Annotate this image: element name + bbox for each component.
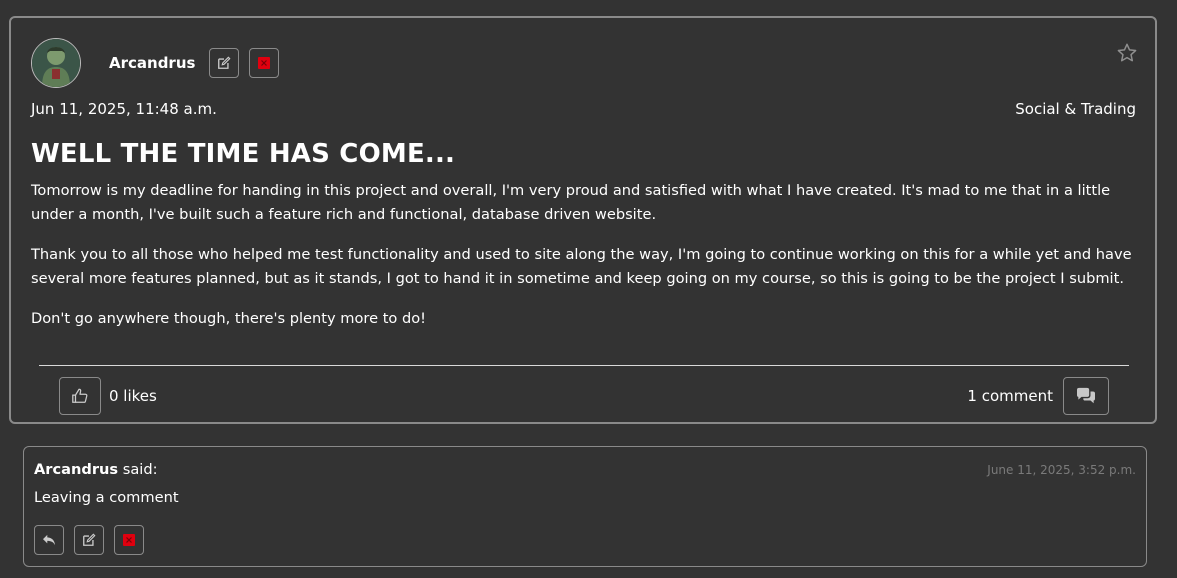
- reply-button[interactable]: [34, 525, 64, 555]
- comment-said-label: said:: [122, 461, 158, 478]
- edit-icon: [218, 56, 231, 69]
- post-title: WELL THE TIME HAS COME...: [31, 139, 456, 169]
- post-paragraph: Tomorrow is my deadline for handing in t…: [31, 182, 1111, 223]
- edit-comment-button[interactable]: [74, 525, 104, 555]
- post-divider: [39, 365, 1129, 366]
- post-category[interactable]: Social & Trading: [1015, 100, 1136, 118]
- comment-text: Leaving a comment: [34, 489, 179, 506]
- comment-card: Arcandrus said: June 11, 2025, 3:52 p.m.…: [23, 446, 1147, 567]
- favorite-button[interactable]: [1116, 42, 1138, 64]
- post-body: Tomorrow is my deadline for handing in t…: [31, 179, 1136, 347]
- author-avatar[interactable]: [31, 38, 81, 88]
- delete-icon: [258, 57, 270, 69]
- delete-post-button[interactable]: [249, 48, 279, 78]
- comments-count: 1 comment: [967, 387, 1053, 405]
- edit-post-button[interactable]: [209, 48, 239, 78]
- post-date: Jun 11, 2025, 11:48 a.m.: [31, 100, 217, 118]
- post-card: Arcandrus Jun 11, 2025, 11:48 a.m. Socia…: [9, 16, 1157, 424]
- post-paragraph: Don't go anywhere though, there's plenty…: [31, 310, 427, 327]
- star-icon: [1117, 43, 1137, 62]
- comments-icon: [1077, 387, 1095, 404]
- comment-author-name[interactable]: Arcandrus: [34, 461, 118, 478]
- post-author-name[interactable]: Arcandrus: [109, 54, 195, 72]
- thumbs-up-icon: [72, 388, 88, 403]
- comment-header: Arcandrus said:: [34, 461, 158, 479]
- reply-icon: [43, 534, 55, 546]
- comments-button[interactable]: [1063, 377, 1109, 415]
- like-button[interactable]: [59, 377, 101, 415]
- delete-icon: [123, 534, 135, 546]
- comment-date: June 11, 2025, 3:52 p.m.: [987, 463, 1136, 477]
- delete-comment-button[interactable]: [114, 525, 144, 555]
- post-paragraph: Thank you to all those who helped me tes…: [31, 246, 1132, 287]
- edit-icon: [83, 533, 96, 546]
- likes-count: 0 likes: [109, 387, 157, 405]
